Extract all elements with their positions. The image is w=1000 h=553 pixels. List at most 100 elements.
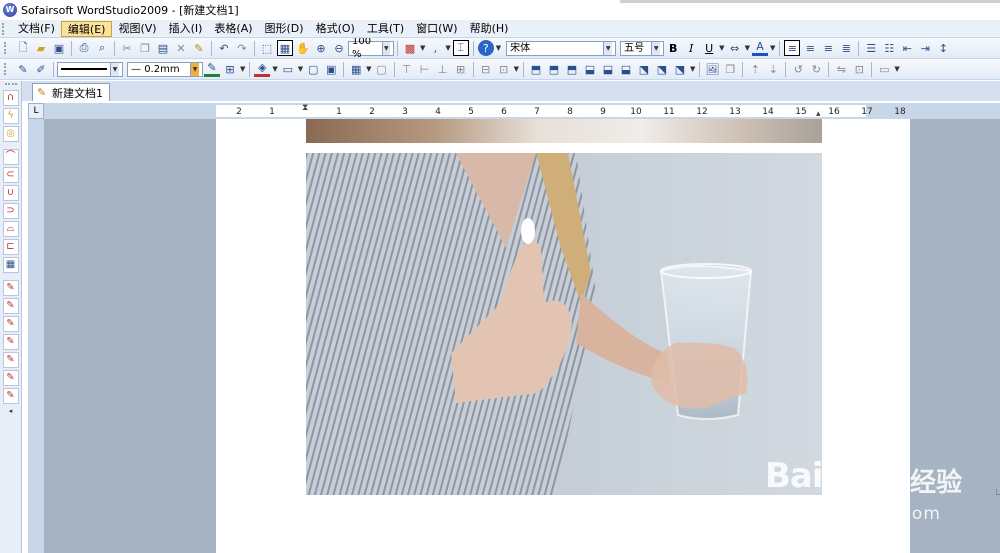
chevron-down-icon[interactable]: ▼	[240, 65, 245, 73]
shape-tool-1-icon[interactable]: ⌒	[2, 149, 19, 165]
line-width-select[interactable]: — 0.2mm ▼	[127, 61, 203, 77]
pen-tool-6-icon[interactable]: ✎	[2, 370, 19, 386]
shape-tool-3-icon[interactable]: ∪	[2, 185, 19, 201]
character-spacing-icon[interactable]: ⇔	[727, 40, 743, 56]
vertical-ruler[interactable]	[28, 119, 44, 553]
undo-icon[interactable]: ↶	[216, 40, 232, 56]
wrap-icon[interactable]: ⊡	[851, 61, 867, 77]
fill-pattern-icon[interactable]: ⊞	[222, 61, 238, 77]
bullet-list-icon[interactable]: ☰	[863, 40, 879, 56]
align-top-left-icon[interactable]: ⬒	[528, 61, 544, 77]
shape-tool-4-icon[interactable]: ⊃	[2, 203, 19, 219]
document-image-top[interactable]	[306, 119, 822, 143]
menu-edit[interactable]: 编辑(E)	[60, 20, 113, 37]
menu-format[interactable]: 格式(O)	[310, 21, 361, 37]
chevron-down-icon[interactable]: ▼	[719, 44, 724, 52]
align-mid-left-icon[interactable]: ⬓	[582, 61, 598, 77]
insert-image-icon[interactable]: ▩	[402, 40, 418, 56]
edit-shape-icon[interactable]: ✎	[15, 61, 31, 77]
pen-tool-1-icon[interactable]: ✎	[2, 280, 19, 296]
insert-row-icon[interactable]: ⊤	[399, 61, 415, 77]
align-mid-right-icon[interactable]: ⬓	[618, 61, 634, 77]
numbered-list-icon[interactable]: ☷	[881, 40, 897, 56]
grid-icon[interactable]: ▦	[277, 40, 293, 56]
font-size-select[interactable]: 五号 ▼	[620, 40, 665, 56]
pen-tool-7-icon[interactable]: ✎	[2, 388, 19, 404]
align-bottom-center-icon[interactable]: ⬔	[654, 61, 670, 77]
tab-document-1[interactable]: ✎ 新建文档1	[32, 83, 110, 101]
menu-window[interactable]: 窗口(W)	[410, 21, 463, 37]
send-back-icon[interactable]: ⇣	[765, 61, 781, 77]
align-top-center-icon[interactable]: ⬒	[546, 61, 562, 77]
chevron-down-icon[interactable]: ▼	[894, 65, 899, 73]
align-left-icon[interactable]: ≡	[784, 40, 801, 56]
paste-icon[interactable]: ▤	[155, 40, 171, 56]
group-icon[interactable]: ❐	[722, 61, 738, 77]
open-folder-icon[interactable]: ▰	[33, 40, 49, 56]
insert-table-icon[interactable]: ▦	[348, 61, 364, 77]
sidebar-grip[interactable]	[4, 83, 17, 86]
tab-stop-selector[interactable]: L	[28, 103, 44, 119]
insert-column-icon[interactable]: ⊢	[417, 61, 433, 77]
new-document-icon[interactable]: 🗋	[15, 40, 31, 56]
split-cells-icon[interactable]: ⊟	[478, 61, 494, 77]
chevron-down-icon[interactable]: ▼	[745, 44, 750, 52]
chevron-down-icon[interactable]: ▼	[298, 65, 303, 73]
chevron-down-icon[interactable]: ▼	[272, 65, 277, 73]
flip-icon[interactable]: ⇋	[833, 61, 849, 77]
line-style-select[interactable]: ▼	[57, 61, 123, 77]
print-preview-icon[interactable]: ⌕	[94, 40, 110, 56]
align-bottom-left-icon[interactable]: ⬔	[636, 61, 652, 77]
format-painter-icon[interactable]: ✎	[191, 40, 207, 56]
cut-icon[interactable]: ✂	[119, 40, 135, 56]
bold-button[interactable]: B	[665, 40, 681, 56]
zoom-select[interactable]: 100 % ▼	[348, 38, 394, 58]
document-image-main[interactable]	[306, 153, 822, 495]
menu-table[interactable]: 表格(A)	[208, 21, 258, 37]
chevron-down-icon[interactable]: ▼	[420, 44, 425, 52]
save-icon[interactable]: ▣	[51, 40, 67, 56]
bring-front-icon[interactable]: ⇡	[747, 61, 763, 77]
line-spacing-icon[interactable]: ↕	[935, 40, 951, 56]
hand-pan-icon[interactable]: ✋	[295, 40, 311, 56]
align-top-right-icon[interactable]: ⬒	[564, 61, 580, 77]
grid-tool-icon[interactable]: ▦	[2, 257, 19, 273]
text-cursor-icon[interactable]: ⌶	[452, 40, 469, 56]
pen-tool-5-icon[interactable]: ✎	[2, 352, 19, 368]
fill-color-icon[interactable]: ◈	[254, 61, 271, 77]
align-right-icon[interactable]: ≡	[820, 40, 836, 56]
frame-3d-icon[interactable]: ▣	[323, 61, 339, 77]
more-options-icon[interactable]: ▭	[876, 61, 892, 77]
menu-help[interactable]: 帮助(H)	[464, 21, 515, 37]
shape-tool-2-icon[interactable]: ⊂	[2, 167, 19, 183]
chevron-down-icon[interactable]: ◂	[9, 407, 13, 415]
zoom-in-icon[interactable]: ⊕	[313, 40, 329, 56]
menu-view[interactable]: 视图(V)	[112, 21, 162, 37]
insert-picture-icon[interactable]: 🖼	[704, 61, 720, 77]
delete-row-icon[interactable]: ⊥	[435, 61, 451, 77]
decrease-indent-icon[interactable]: ⇤	[899, 40, 915, 56]
chevron-down-icon[interactable]: ▼	[496, 44, 501, 52]
table-props-icon[interactable]: ⊡	[496, 61, 512, 77]
toolbar-grip[interactable]	[4, 42, 8, 54]
italic-button[interactable]: I	[683, 40, 699, 56]
chevron-down-icon[interactable]: ▼	[445, 44, 450, 52]
align-bottom-right-icon[interactable]: ⬔	[672, 61, 688, 77]
delete-icon[interactable]: ✕	[173, 40, 189, 56]
frame-icon[interactable]: ▢	[305, 61, 321, 77]
pen-tool-3-icon[interactable]: ✎	[2, 316, 19, 332]
line-color-icon[interactable]: ✎	[204, 61, 220, 77]
pen-tool-2-icon[interactable]: ✎	[2, 298, 19, 314]
left-indent-marker[interactable]: ⧗	[302, 103, 308, 113]
print-icon[interactable]: ⎙	[76, 40, 92, 56]
merge-cells-icon[interactable]: ⊞	[453, 61, 469, 77]
menu-insert[interactable]: 插入(I)	[163, 21, 209, 37]
menu-tools[interactable]: 工具(T)	[361, 21, 410, 37]
select-icon[interactable]: ⬚	[259, 40, 275, 56]
lightning-icon[interactable]: ϟ	[2, 108, 19, 124]
chevron-down-icon[interactable]: ▼	[366, 65, 371, 73]
comma-icon[interactable]: ,	[427, 40, 443, 56]
pen-tool-4-icon[interactable]: ✎	[2, 334, 19, 350]
zoom-out-icon[interactable]: ⊖	[331, 40, 347, 56]
toolbar-grip[interactable]	[4, 63, 8, 75]
